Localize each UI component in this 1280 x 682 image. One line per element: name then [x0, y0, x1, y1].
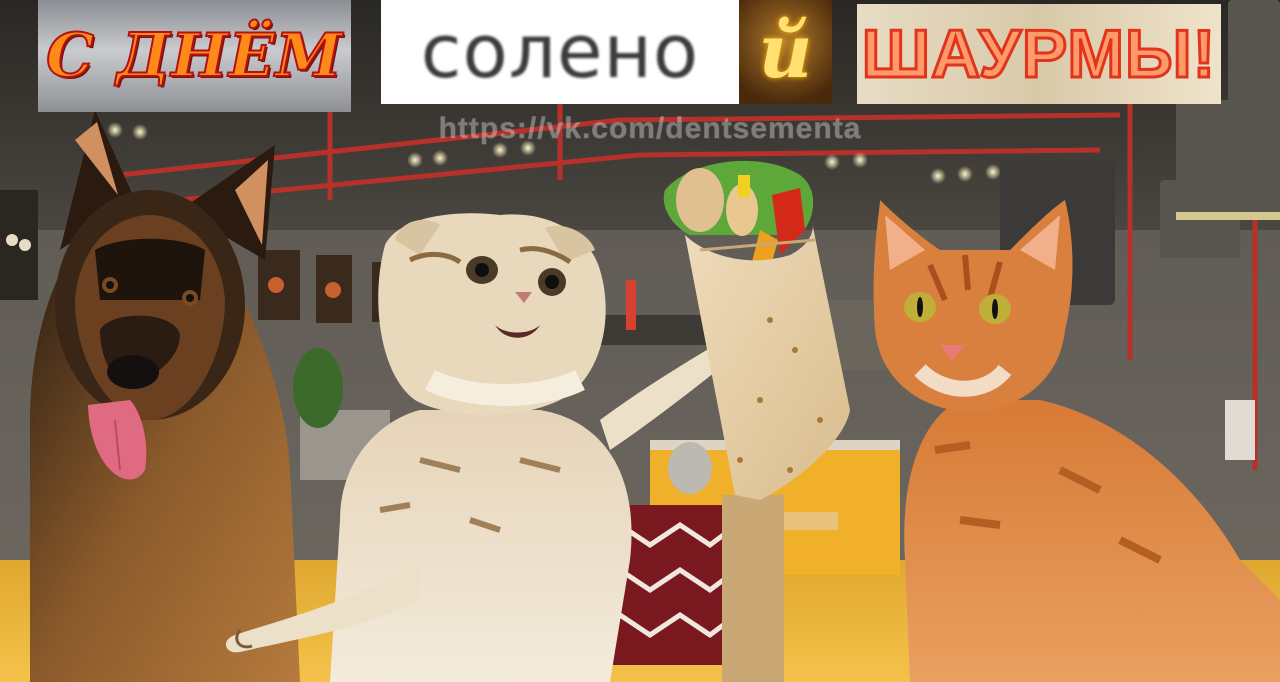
greeting-banner-part3: й [739, 0, 832, 104]
red-pendant [626, 280, 636, 330]
kitchen-hood [590, 315, 710, 345]
vase [668, 442, 712, 494]
napkin-holder [1225, 400, 1255, 460]
greeting-text-4: ШАУРМЫ! [860, 15, 1217, 94]
greeting-banner-part1: С ДНЁМ [38, 0, 351, 112]
greeting-banner-part4: ШАУРМЫ! [857, 4, 1221, 104]
greeting-text-1: С ДНЁМ [45, 20, 343, 92]
bar-stool [780, 512, 838, 530]
greeting-text-3: й [758, 9, 813, 95]
chair-back [722, 495, 784, 682]
plant [293, 348, 343, 428]
watermark-url: https://vk.com/dentsementa [438, 112, 862, 146]
greeting-banner-part2: солено [381, 0, 739, 104]
greeting-text-2: солено [420, 9, 700, 95]
